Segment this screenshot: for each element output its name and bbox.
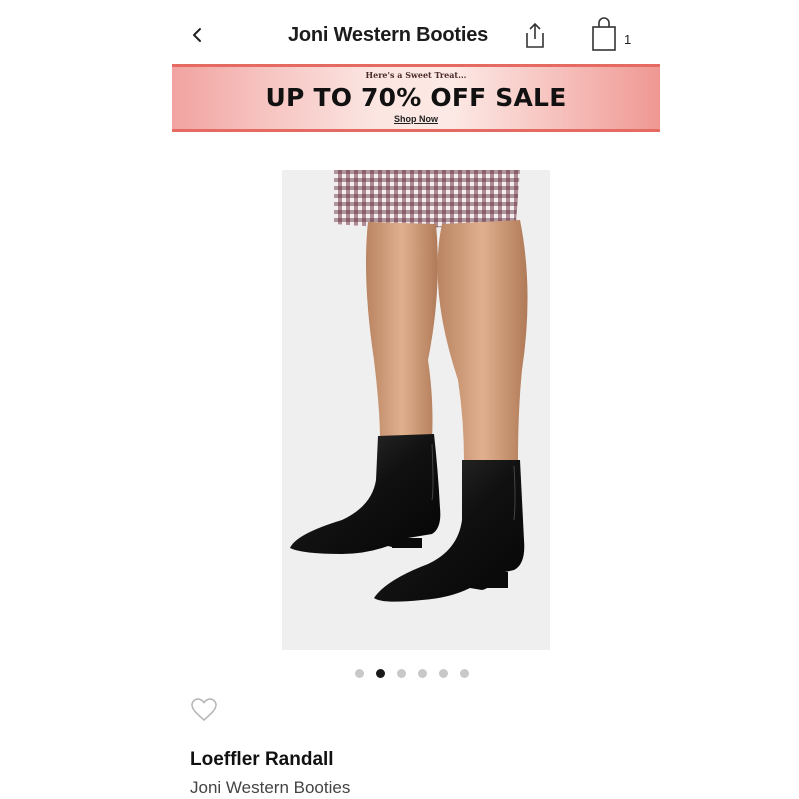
chevron-left-icon [193,28,201,42]
sale-banner[interactable]: Here's a Sweet Treat... UP TO 70% OFF SA… [172,64,660,132]
share-button[interactable] [520,20,550,50]
top-nav-bar: Joni Western Booties 1 [0,0,799,64]
cart-count-badge: 1 [624,32,632,47]
banner-kicker: Here's a Sweet Treat... [365,70,467,80]
banner-headline: UP TO 70% OFF SALE [265,83,567,112]
carousel-dot[interactable] [376,669,385,678]
product-photo[interactable] [282,170,550,650]
carousel-dot[interactable] [418,669,427,678]
share-icon [526,22,544,48]
shopping-bag-button[interactable] [588,16,620,52]
back-button[interactable] [186,20,210,50]
wishlist-button[interactable] [190,697,218,723]
booties-photo-illustration [282,170,550,650]
carousel-dot[interactable] [355,669,364,678]
image-carousel-dots [355,669,469,679]
heart-outline-icon [191,698,217,721]
shop-now-link[interactable]: Shop Now [172,114,660,124]
carousel-dot[interactable] [397,669,406,678]
product-name: Joni Western Booties [190,778,351,797]
carousel-dot[interactable] [439,669,448,678]
shopping-bag-icon [592,17,616,51]
product-brand[interactable]: Loeffler Randall [190,749,334,771]
carousel-dot[interactable] [460,669,469,678]
page-title: Joni Western Booties [287,24,489,46]
